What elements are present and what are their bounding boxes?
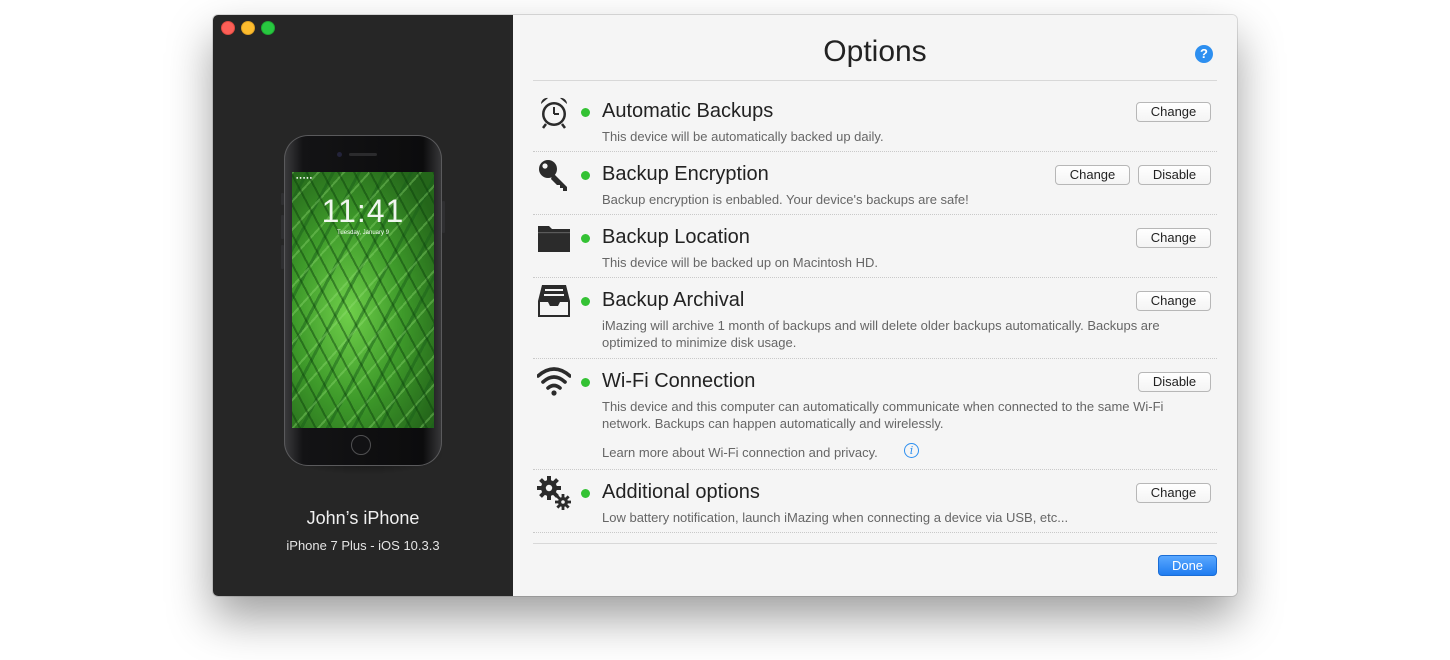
- option-description: iMazing will archive 1 month of backups …: [602, 318, 1160, 350]
- lock-screen: ●●●●● 11:41 Tuesday, January 9: [292, 172, 434, 428]
- volume-up-button: [281, 215, 284, 239]
- page-title: Options: [823, 35, 927, 68]
- status-indicator: [581, 489, 590, 498]
- device-panel: ●●●●● 11:41 Tuesday, January 9 John’s iP…: [213, 15, 513, 596]
- status-indicator: [581, 108, 590, 117]
- key-icon: [539, 160, 567, 191]
- change-button[interactable]: Change: [1136, 102, 1211, 122]
- option-description: Backup encryption is enbabled. Your devi…: [602, 192, 969, 207]
- front-camera: [337, 152, 342, 157]
- signal-dots: ●●●●●: [296, 175, 314, 180]
- option-description: This device and this computer can automa…: [602, 399, 1164, 431]
- iphone-body: ●●●●● 11:41 Tuesday, January 9: [281, 135, 445, 466]
- option-description: This device will be automatically backed…: [602, 129, 884, 144]
- option-title: Automatic Backups: [602, 100, 774, 122]
- volume-down-button: [281, 245, 284, 269]
- earpiece-speaker: [349, 153, 377, 156]
- status-indicator: [581, 171, 590, 180]
- folder-icon: [538, 226, 570, 252]
- status-indicator: [581, 378, 590, 387]
- option-title: Backup Location: [602, 226, 750, 248]
- option-backup-location: Backup Location This device will be back…: [533, 221, 1217, 278]
- alarm-clock-icon: [540, 97, 568, 129]
- change-button[interactable]: Change: [1055, 165, 1130, 185]
- disable-button[interactable]: Disable: [1138, 372, 1211, 392]
- help-button[interactable]: ?: [1195, 45, 1213, 63]
- close-window-button[interactable]: [221, 21, 235, 35]
- change-button[interactable]: Change: [1136, 483, 1211, 503]
- option-additional-options: Additional options Low battery notificat…: [533, 476, 1217, 533]
- disable-button[interactable]: Disable: [1138, 165, 1211, 185]
- option-wifi-connection: Wi-Fi Connection This device and this co…: [533, 365, 1217, 470]
- wifi-icon: [537, 367, 571, 396]
- option-backup-encryption: Backup Encryption Backup encryption is e…: [533, 158, 1217, 215]
- option-automatic-backups: Automatic Backups This device will be au…: [533, 95, 1217, 152]
- maximize-window-button[interactable]: [261, 21, 275, 35]
- archive-tray-icon: [538, 285, 570, 317]
- option-title: Wi-Fi Connection: [602, 370, 756, 392]
- minimize-window-button[interactable]: [241, 21, 255, 35]
- device-model: iPhone 7 Plus - iOS 10.3.3: [286, 538, 440, 553]
- lock-screen-date: Tuesday, January 9: [336, 230, 390, 236]
- lock-screen-time: 11:41: [321, 193, 405, 229]
- status-indicator: [581, 297, 590, 306]
- option-title: Additional options: [602, 481, 760, 503]
- device-name: John’s iPhone: [306, 508, 420, 528]
- header-divider: [533, 80, 1217, 81]
- home-button: [351, 435, 371, 455]
- done-button[interactable]: Done: [1158, 555, 1217, 576]
- option-backup-archival: Backup Archival iMazing will archive 1 m…: [533, 284, 1217, 359]
- option-title: Backup Encryption: [602, 163, 769, 185]
- mute-switch: [281, 193, 284, 205]
- info-icon[interactable]: i: [904, 443, 919, 458]
- option-description: This device will be backed up on Macinto…: [602, 255, 879, 270]
- gears-icon: [537, 476, 571, 510]
- status-indicator: [581, 234, 590, 243]
- footer-divider: [533, 543, 1217, 544]
- options-window: ●●●●● 11:41 Tuesday, January 9 John’s iP…: [213, 15, 1237, 596]
- change-button[interactable]: Change: [1136, 291, 1211, 311]
- options-panel: Options ? Automatic Backups This device …: [513, 15, 1237, 596]
- change-button[interactable]: Change: [1136, 228, 1211, 248]
- device-image: ●●●●● 11:41 Tuesday, January 9: [281, 135, 445, 475]
- option-description: Low battery notification, launch iMazing…: [602, 510, 1069, 525]
- power-button: [442, 201, 445, 233]
- wifi-privacy-link[interactable]: Learn more about Wi-Fi connection and pr…: [602, 444, 878, 461]
- option-title: Backup Archival: [602, 289, 745, 311]
